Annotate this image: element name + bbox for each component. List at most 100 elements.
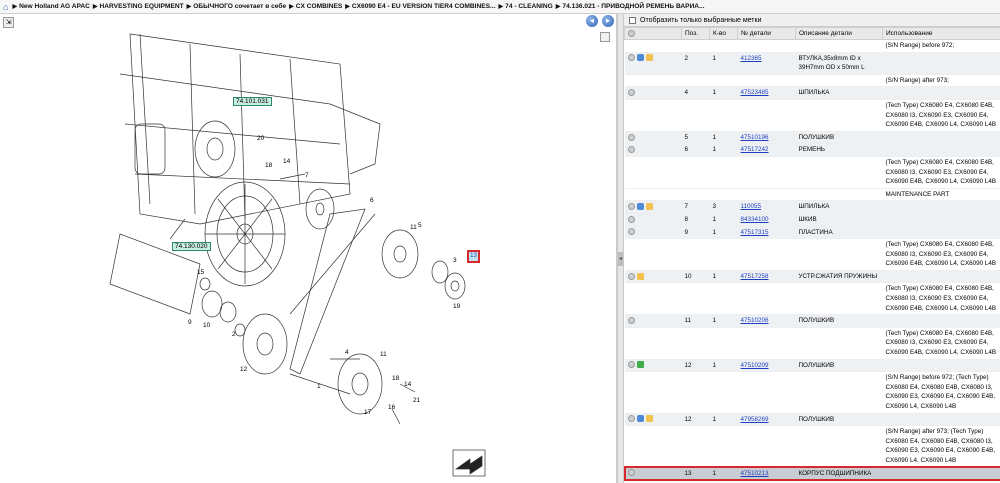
part-number-link[interactable]: 110055 bbox=[737, 200, 796, 214]
usage-cell bbox=[882, 52, 1000, 75]
info-icon[interactable] bbox=[627, 228, 635, 236]
breadcrumb-item[interactable]: ▶ 74.136.021 - ПРИВОДНОЙ РЕМЕНЬ ВАРИА... bbox=[556, 3, 705, 10]
part-number-label[interactable]: 15 bbox=[197, 269, 205, 276]
table-row[interactable]: 9 1 47517315 ПЛАСТИНА bbox=[624, 226, 1000, 240]
parts-table: Поз. К-во № детали Описание детали Испол… bbox=[624, 27, 1000, 481]
row-icons bbox=[624, 131, 682, 145]
usage-cell bbox=[882, 213, 1000, 227]
info-icon[interactable] bbox=[627, 203, 635, 211]
empty-cell bbox=[624, 425, 682, 468]
part-number-link[interactable]: 47510206 bbox=[737, 314, 796, 328]
part-number-label[interactable]: 18 bbox=[265, 162, 273, 169]
part-number-label[interactable]: 1 bbox=[317, 383, 321, 390]
part-number-label[interactable]: 14 bbox=[404, 381, 412, 388]
info-icon[interactable] bbox=[627, 415, 635, 423]
callout-ref[interactable]: 74.101.031 bbox=[233, 97, 272, 106]
folder-icon[interactable] bbox=[645, 415, 653, 423]
empty-cell bbox=[737, 282, 796, 316]
page-nav-icon[interactable] bbox=[628, 29, 635, 37]
part-number-label[interactable]: 5 bbox=[418, 222, 422, 229]
part-number-label[interactable]: 11 bbox=[380, 351, 387, 358]
table-row[interactable]: 10 1 47517258 УСТР.СЖАТИЯ ПРУЖИНЫ bbox=[624, 270, 1000, 284]
usage-note-row: (Tech Type) CX6080 E4, CX6080 E4B, CX608… bbox=[624, 156, 1000, 189]
info-icon[interactable] bbox=[627, 54, 635, 62]
table-row[interactable]: 12 1 47510209 ПОЛУШКИВ bbox=[624, 359, 1000, 373]
usage-note-row: (S/N Range) after 973; bbox=[624, 74, 1000, 88]
cart-icon[interactable] bbox=[636, 54, 644, 62]
breadcrumb-item[interactable]: ▶ HARVESTING EQUIPMENT bbox=[93, 3, 184, 10]
part-number-label[interactable]: 17 bbox=[364, 409, 372, 416]
breadcrumb-item[interactable]: ▶ ОБЫЧНОГО сочетает в себе bbox=[187, 3, 286, 10]
arrow-icon[interactable] bbox=[636, 361, 644, 369]
folder-icon[interactable] bbox=[645, 54, 653, 62]
table-row[interactable]: 13 1 47510213 КОРПУС ПОДШИПНИКА bbox=[624, 466, 1000, 481]
filter-label: Отобразить только выбранные метки bbox=[640, 16, 762, 24]
cart-icon[interactable] bbox=[636, 415, 644, 423]
filter-row[interactable]: Отобразить только выбранные метки bbox=[624, 14, 1000, 27]
part-number-label[interactable]: 16 bbox=[388, 404, 396, 411]
folder-icon[interactable] bbox=[636, 272, 644, 280]
part-number-label[interactable]: 19 bbox=[453, 303, 461, 310]
table-row[interactable]: 12 1 47958269 ПОЛУШКИВ bbox=[624, 413, 1000, 427]
part-number-link[interactable]: 84334100 bbox=[737, 213, 796, 227]
info-icon[interactable] bbox=[627, 317, 635, 325]
part-number-label[interactable]: 7 bbox=[305, 172, 309, 179]
exploded-parts-diagram: 1510921214187620531914 11181416172111 bbox=[109, 33, 486, 477]
part-number-link[interactable]: 47510196 bbox=[737, 131, 796, 145]
table-row[interactable]: 8 1 84334100 ШКИВ bbox=[624, 213, 1000, 227]
part-number-label[interactable]: 14 bbox=[283, 158, 291, 165]
table-row[interactable]: 2 1 412365 ВТУЛКА,35x8mm ID x 39H7mm OD x 5… bbox=[624, 52, 1000, 75]
highlighted-callout[interactable]: 13 bbox=[467, 250, 480, 263]
breadcrumb-item[interactable]: ▶ 74 - CLEANING bbox=[499, 3, 553, 10]
part-number-label[interactable]: 6 bbox=[370, 197, 374, 204]
part-number-link[interactable]: 47523485 bbox=[737, 86, 796, 100]
info-icon[interactable] bbox=[627, 146, 635, 154]
empty-cell bbox=[709, 327, 738, 360]
table-row[interactable]: 4 1 47523485 ШПИЛЬКА bbox=[624, 86, 1000, 100]
part-number-link[interactable]: 47517258 bbox=[737, 270, 796, 284]
table-row[interactable]: 7 3 110055 ШПИЛЬКА bbox=[624, 200, 1000, 214]
breadcrumb-item[interactable]: ▶ CX6090 E4 - EU VERSION TIER4 COMBINES..… bbox=[345, 3, 495, 10]
info-icon[interactable] bbox=[627, 133, 635, 141]
empty-cell bbox=[737, 156, 796, 189]
filter-checkbox[interactable] bbox=[629, 16, 636, 24]
part-number-link[interactable]: 47510213 bbox=[737, 467, 796, 481]
part-number-label[interactable]: 18 bbox=[392, 375, 400, 382]
usage-note-row: (Tech Type) CX6080 E4, CX6080 E4B, CX608… bbox=[624, 99, 1000, 132]
breadcrumb-item[interactable]: ▶ CX COMBINES bbox=[289, 3, 342, 10]
info-icon[interactable] bbox=[627, 272, 635, 280]
row-icons bbox=[624, 200, 682, 214]
info-icon[interactable] bbox=[627, 89, 635, 97]
part-number-label[interactable]: 2 bbox=[232, 331, 236, 338]
part-number-label[interactable]: 11 bbox=[410, 224, 417, 231]
table-row[interactable]: 6 1 47517242 РЕМЕНЬ bbox=[624, 143, 1000, 157]
breadcrumb-item[interactable]: ▶ New Holland AG APAC bbox=[12, 3, 89, 10]
info-icon[interactable] bbox=[627, 469, 635, 477]
part-number-label[interactable]: 10 bbox=[203, 322, 211, 329]
part-number-link[interactable]: 412365 bbox=[737, 52, 796, 75]
table-row[interactable]: 11 1 47510206 ПОЛУШКИВ bbox=[624, 314, 1000, 328]
chevron-right-icon: ▶ bbox=[498, 4, 504, 10]
part-number-link[interactable]: 47517315 bbox=[737, 226, 796, 240]
part-number-label[interactable]: 4 bbox=[345, 349, 349, 356]
part-number-label[interactable]: 20 bbox=[257, 135, 265, 142]
part-number-label[interactable]: 21 bbox=[413, 397, 421, 404]
part-number-link[interactable]: 47517242 bbox=[737, 143, 796, 157]
empty-cell bbox=[624, 156, 682, 189]
callout-ref[interactable]: 74.130.020 bbox=[172, 242, 211, 251]
empty-cell bbox=[681, 74, 710, 88]
cart-icon[interactable] bbox=[636, 203, 644, 211]
info-icon[interactable] bbox=[627, 215, 635, 223]
info-icon[interactable] bbox=[627, 361, 635, 369]
usage-cell: (S/N Range) after 973; (Tech Type) CX608… bbox=[882, 425, 1000, 468]
part-number-label[interactable]: 3 bbox=[453, 257, 457, 264]
table-row[interactable]: 5 1 47510196 ПОЛУШКИВ bbox=[624, 131, 1000, 145]
home-icon[interactable]: ⌂ bbox=[3, 2, 8, 12]
part-number-link[interactable]: 47958269 bbox=[737, 413, 796, 427]
splitter-grip-icon[interactable]: ◂ bbox=[618, 252, 623, 266]
part-number-label[interactable]: 9 bbox=[188, 319, 192, 326]
part-number-label[interactable]: 12 bbox=[240, 366, 248, 373]
folder-icon[interactable] bbox=[645, 203, 653, 211]
splitter[interactable]: ◂ bbox=[617, 14, 624, 483]
part-number-link[interactable]: 47510209 bbox=[737, 359, 796, 373]
